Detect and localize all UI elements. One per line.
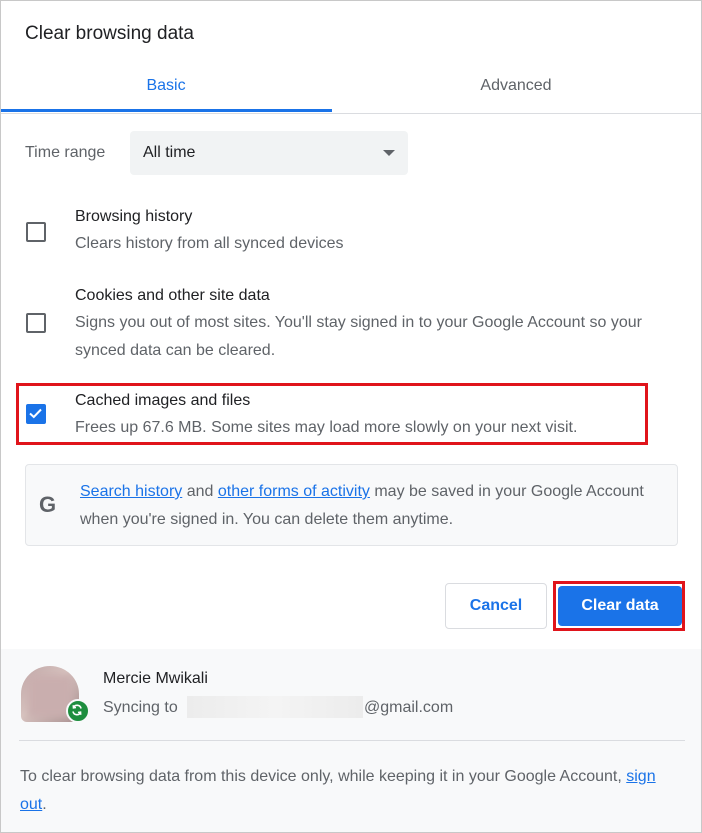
time-range-select[interactable]: All time bbox=[130, 131, 408, 175]
option-description: Signs you out of most sites. You'll stay… bbox=[75, 314, 642, 359]
browsing-history-checkbox[interactable] bbox=[26, 222, 46, 242]
email-domain: @gmail.com bbox=[364, 699, 454, 716]
divider bbox=[19, 740, 685, 741]
highlight-annotation-option bbox=[16, 383, 648, 445]
info-text-part: and bbox=[182, 483, 218, 500]
account-footer: Mercie Mwikali Syncing to @gmail.com To … bbox=[1, 649, 701, 832]
info-text: Search history and other forms of activi… bbox=[80, 478, 670, 534]
time-range-label: Time range bbox=[25, 144, 106, 161]
clear-data-button[interactable]: Clear data bbox=[558, 586, 682, 626]
tab-basic[interactable]: Basic bbox=[1, 61, 331, 111]
footer-text: To clear browsing data from this device … bbox=[20, 763, 660, 819]
tab-advanced[interactable]: Advanced bbox=[351, 61, 681, 111]
cookies-checkbox[interactable] bbox=[26, 313, 46, 333]
dialog-title: Clear browsing data bbox=[25, 23, 194, 44]
option-title: Browsing history bbox=[75, 208, 193, 225]
dropdown-arrow-icon bbox=[383, 150, 395, 156]
other-activity-link[interactable]: other forms of activity bbox=[218, 483, 370, 500]
option-description: Clears history from all synced devices bbox=[75, 235, 344, 252]
search-history-link[interactable]: Search history bbox=[80, 483, 182, 500]
email-redacted bbox=[187, 696, 363, 718]
account-name: Mercie Mwikali bbox=[103, 670, 208, 687]
option-title: Cookies and other site data bbox=[75, 287, 270, 304]
tab-selected-indicator bbox=[1, 109, 332, 112]
sync-status-label: Syncing to bbox=[103, 699, 178, 716]
sync-icon bbox=[66, 699, 90, 723]
google-activity-info: G Search history and other forms of acti… bbox=[25, 464, 678, 546]
google-g-icon: G bbox=[39, 492, 57, 517]
footer-text-end: . bbox=[42, 796, 47, 813]
footer-text-part: To clear browsing data from this device … bbox=[20, 768, 627, 785]
time-range-value: All time bbox=[143, 144, 196, 161]
cancel-button[interactable]: Cancel bbox=[445, 583, 547, 629]
clear-browsing-data-dialog: Clear browsing data Basic Advanced Time … bbox=[0, 0, 702, 833]
tab-bar: Basic Advanced bbox=[1, 61, 701, 114]
